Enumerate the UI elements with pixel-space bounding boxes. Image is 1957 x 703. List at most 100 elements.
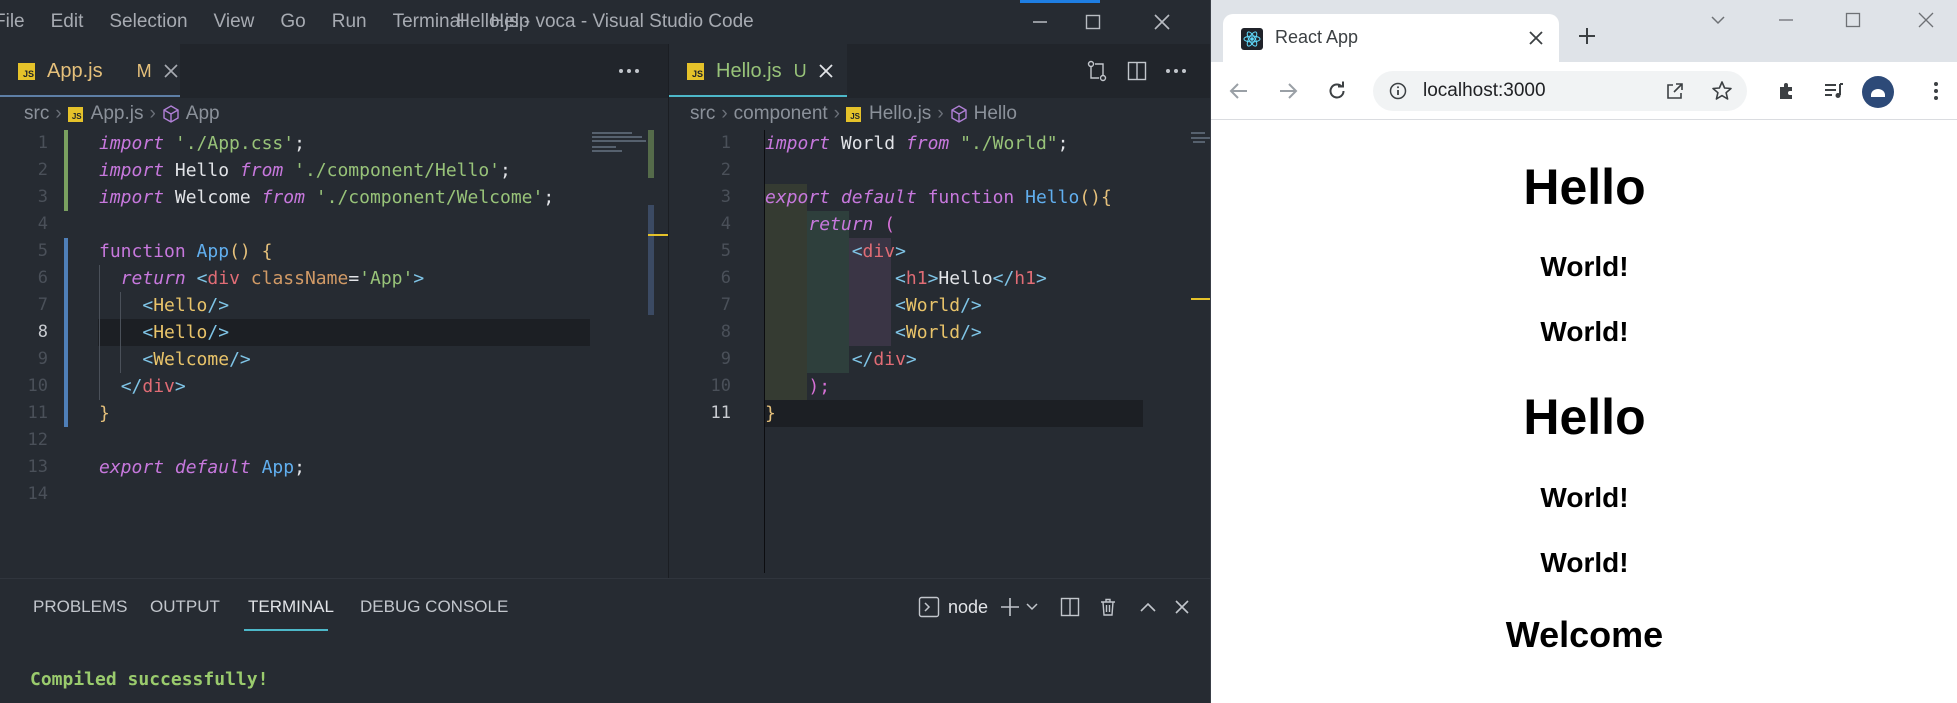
menu-edit[interactable]: Edit [51,11,84,33]
address-bar[interactable]: localhost:3000 [1373,71,1747,111]
close-tab-icon[interactable] [1529,31,1543,45]
tab-output[interactable]: OUTPUT [150,579,220,634]
minimap[interactable] [1191,130,1210,160]
heading-world: World! [1540,316,1629,347]
extensions-button[interactable] [1773,77,1801,105]
line-number: 7 [720,295,731,315]
heading-hello: Hello [1523,159,1646,215]
minimize-button[interactable] [1771,6,1801,34]
menu-file[interactable]: File [0,11,25,33]
editor-hello-js[interactable]: 1 2 3 4 5 6 7 8 9 10 11 import World from "./World… [669,130,1210,578]
new-tab-button[interactable] [1573,22,1601,50]
line-number: 6 [720,268,731,288]
code-line: <Hello/> [142,295,230,316]
vscode-window: Hello.js - voca - Visual Studio Code Fil… [0,0,1210,703]
breadcrumb-folder[interactable]: src [24,103,49,125]
breadcrumb-symbol[interactable]: Hello [974,103,1017,125]
breadcrumb-right: src › component › JS Hello.js › Hello [690,98,1017,130]
media-control-button[interactable] [1820,77,1848,105]
close-window-button[interactable] [1137,0,1187,44]
menu-bar: File Edit Selection View Go Run Terminal… [0,0,556,44]
close-panel-button[interactable] [1170,595,1194,619]
puzzle-icon [1780,83,1792,99]
tab-problems[interactable]: PROBLEMS [33,579,127,634]
code-line: <Welcome/> [142,349,251,370]
code-line: return ( [808,214,896,235]
trash-icon [1101,598,1115,616]
editor-app-js[interactable]: 1 2 3 4 5 6 7 8 9 10 11 12 13 14 import './App.css'; … [0,130,668,578]
breadcrumb-file[interactable]: Hello.js [869,103,931,125]
active-tab-underline [244,629,328,631]
heading-world: World! [1540,547,1629,578]
breadcrumb-symbol[interactable]: App [186,103,220,125]
tab-search-button[interactable] [1704,6,1732,34]
line-number: 5 [720,241,731,261]
chevron-right-icon: › [149,103,156,124]
line-number: 11 [27,403,48,423]
terminal-icon [918,596,940,618]
tab-app-js[interactable]: JS App.js M [0,44,180,98]
tab-terminal[interactable]: TERMINAL [248,579,334,634]
code-line: } [99,403,110,424]
split-editor-button[interactable] [1125,59,1149,83]
line-number: 4 [720,214,731,234]
tab-debug-console[interactable]: DEBUG CONSOLE [360,579,508,634]
code-line: <h1>Hello</h1> [895,268,1047,289]
back-button[interactable] [1225,77,1253,105]
url-text: localhost:3000 [1423,80,1546,101]
close-window-button[interactable] [1911,6,1941,34]
code-line: import './App.css'; [99,133,305,154]
profile-avatar[interactable] [1862,76,1894,108]
tab-label: Hello.js [716,59,782,82]
open-changes-button[interactable] [1085,59,1109,83]
chevron-right-icon: › [721,103,728,124]
breadcrumb-subfolder[interactable]: component [734,103,828,125]
minimap[interactable] [590,130,650,160]
close-tab-icon[interactable] [164,64,178,78]
breadcrumb-folder[interactable]: src [690,103,715,125]
menu-terminal[interactable]: Terminal [393,11,465,33]
star-icon[interactable] [1711,80,1733,102]
git-modified-marker [64,238,68,427]
menu-run[interactable]: Run [332,11,367,33]
menu-go[interactable]: Go [280,11,305,33]
line-number: 8 [720,322,731,342]
menu-help[interactable]: Help [490,11,529,33]
breadcrumb-file[interactable]: App.js [91,103,144,125]
kebab-menu-icon [1934,82,1938,100]
menu-selection[interactable]: Selection [109,11,187,33]
git-compare-icon [1087,60,1107,82]
git-added-marker [64,130,68,211]
maximize-button[interactable] [1068,0,1118,44]
forward-button[interactable] [1274,77,1302,105]
menu-view[interactable]: View [214,11,255,33]
more-actions-button[interactable] [618,44,640,98]
terminal-selector[interactable]: node [918,595,988,619]
kill-terminal-button[interactable] [1096,595,1120,619]
close-icon [1175,600,1189,614]
code-line: import World from "./World"; [765,133,1069,154]
line-number: 7 [37,295,48,315]
current-line-highlight [765,400,1143,427]
tab-active-underline [0,95,180,97]
share-icon[interactable] [1665,81,1685,101]
maximize-panel-button[interactable] [1136,595,1160,619]
line-number: 10 [710,376,731,396]
symbol-cube-icon [950,105,967,123]
symbol-cube-icon [163,105,179,123]
new-terminal-button[interactable] [998,595,1022,619]
split-terminal-button[interactable] [1058,595,1082,619]
chrome-menu-button[interactable] [1926,77,1946,105]
close-tab-icon[interactable] [818,64,833,78]
minimize-icon [1033,21,1047,23]
vertical-scrollbar[interactable] [648,205,654,315]
reload-button[interactable] [1323,77,1351,105]
terminal-dropdown-button[interactable] [1024,595,1040,619]
more-actions-button[interactable] [1163,59,1189,83]
tab-hello-js[interactable]: JS Hello.js U [669,44,847,98]
heading-welcome: Welcome [1505,614,1664,655]
maximize-button[interactable] [1838,6,1868,34]
browser-tab[interactable]: React App [1223,14,1559,62]
minimize-button[interactable] [1015,0,1065,44]
chevron-right-icon: › [55,103,62,124]
